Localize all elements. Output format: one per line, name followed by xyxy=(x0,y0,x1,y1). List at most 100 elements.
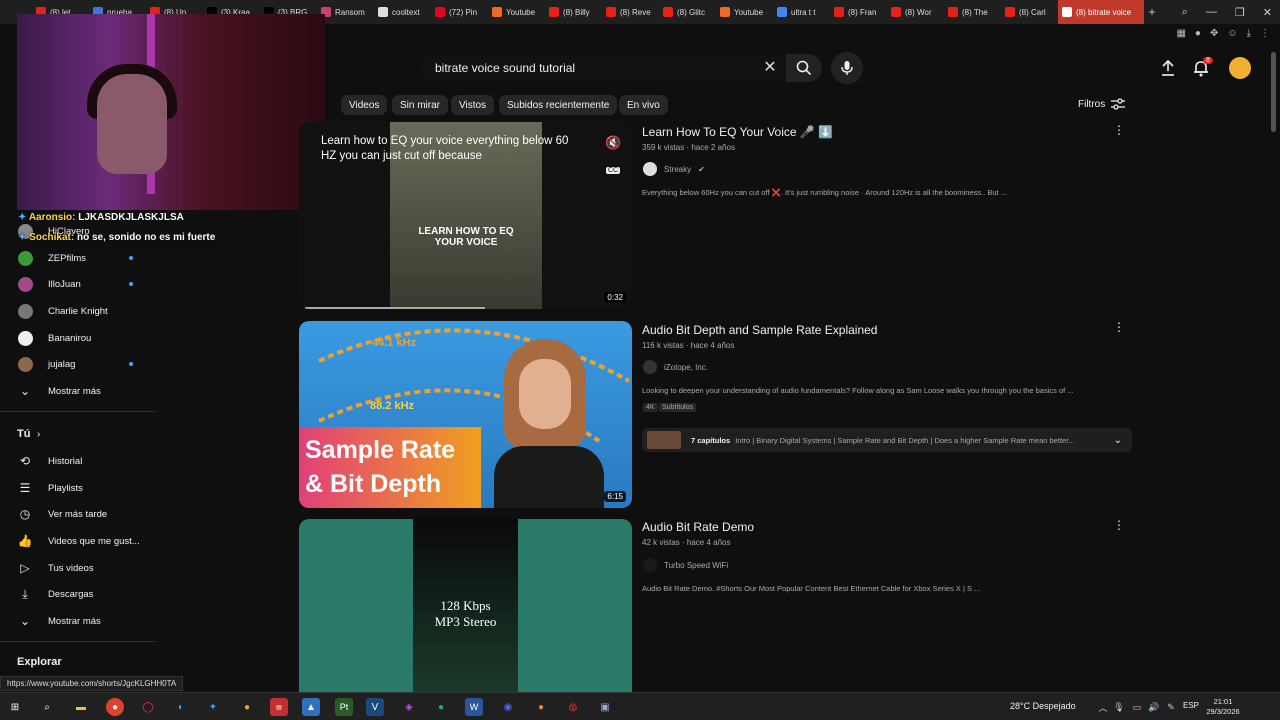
sidebar-subscription[interactable]: Charlie Knight xyxy=(0,298,155,324)
profile-icon[interactable]: ☺ xyxy=(1227,28,1237,39)
tab-favicon-icon xyxy=(435,7,445,17)
restore-icon[interactable]: ❐ xyxy=(1235,6,1245,19)
browser-tab[interactable]: (8) Wor xyxy=(887,0,944,24)
search-input[interactable]: bitrate voice sound tutorial xyxy=(423,54,785,82)
show-more-button[interactable]: ⌄ Mostrar más xyxy=(0,378,155,404)
weather-widget[interactable]: 28°C Despejado xyxy=(1010,701,1076,711)
edge-icon[interactable]: ◐ xyxy=(172,698,190,716)
sidebar-subscription[interactable]: Bananirou xyxy=(0,325,155,351)
opera-icon[interactable]: ◯ xyxy=(139,698,157,716)
volume-icon[interactable]: 🔊 xyxy=(1145,698,1163,716)
menu-icon[interactable]: ⋮ xyxy=(1260,28,1270,39)
video-title-2[interactable]: Audio Bit Depth and Sample Rate Explaine… xyxy=(642,323,877,337)
you-section-header[interactable]: Tú › xyxy=(0,421,155,447)
captions-icon[interactable]: CC xyxy=(606,167,621,174)
app-icon[interactable]: Pt xyxy=(335,698,353,716)
camera-icon[interactable]: ▭ xyxy=(1128,698,1146,716)
more-actions-icon[interactable]: ⋮ xyxy=(1113,123,1125,137)
voice-meeter-icon[interactable]: ▤ xyxy=(270,698,288,716)
chrome-icon[interactable]: ● xyxy=(106,698,124,716)
video-thumbnail-1[interactable]: Learn how to EQ your voice everything be… xyxy=(299,122,632,309)
video-title-3[interactable]: Audio Bit Rate Demo xyxy=(642,520,754,534)
video-thumbnail-3[interactable]: 128 Kbps MP3 Stereo xyxy=(299,519,632,692)
minimize-icon[interactable]: — xyxy=(1206,6,1217,18)
search-button[interactable] xyxy=(786,54,822,82)
sidebar-item[interactable]: ◷ Ver más tarde xyxy=(0,501,155,527)
browser-tab[interactable]: Youtube xyxy=(716,0,773,24)
channel-link-3[interactable]: Turbo Speed WiFi xyxy=(643,558,728,572)
upload-button[interactable] xyxy=(1158,58,1178,78)
account-avatar[interactable] xyxy=(1229,57,1251,79)
divider xyxy=(0,411,155,412)
file-explorer-icon[interactable]: ▬ xyxy=(72,698,90,716)
close-window-icon[interactable]: ✕ xyxy=(1263,6,1272,19)
browser-tab[interactable]: ultra t t xyxy=(773,0,830,24)
browser-tab[interactable]: (8) Billy xyxy=(545,0,602,24)
obs-icon[interactable]: ◍ xyxy=(564,698,582,716)
filter-chip[interactable]: Subidos recientemente xyxy=(499,95,618,115)
extension-icon[interactable]: ● xyxy=(1195,28,1201,39)
app-icon[interactable]: ● xyxy=(238,698,256,716)
filter-chip[interactable]: Vistos xyxy=(451,95,495,115)
photos-icon[interactable]: ▲ xyxy=(302,698,320,716)
sidebar-item[interactable]: ⤓ Descargas xyxy=(0,581,155,607)
browser-tab[interactable]: cooltext xyxy=(374,0,431,24)
browser-tab[interactable]: (8) The xyxy=(944,0,1001,24)
start-icon[interactable]: ⊞ xyxy=(6,698,24,716)
page-scrollbar[interactable] xyxy=(1271,52,1276,132)
app-icon[interactable]: V xyxy=(366,698,384,716)
microphone-icon[interactable]: 🎙 xyxy=(1110,698,1128,716)
translate-icon[interactable]: ▦ xyxy=(1176,28,1185,39)
app-icon[interactable]: ◈ xyxy=(400,698,418,716)
word-icon[interactable]: W xyxy=(465,698,483,716)
more-actions-icon[interactable]: ⋮ xyxy=(1113,518,1125,532)
app-icon[interactable]: ▣ xyxy=(596,698,614,716)
puzzle-icon[interactable]: ✥ xyxy=(1210,28,1218,39)
network-icon[interactable]: ✎ xyxy=(1162,698,1180,716)
browser-tab[interactable]: (8) Fran xyxy=(830,0,887,24)
extension-icons: ▦ ● ✥ ☺ ⤓ ⋮ xyxy=(1176,28,1270,39)
chevron-down-icon[interactable]: ⌄ xyxy=(1114,435,1122,446)
browser-tab[interactable]: (72) Pin xyxy=(431,0,488,24)
search-tabs-icon[interactable]: ⌕ xyxy=(1182,6,1188,19)
filter-chip[interactable]: En vivo xyxy=(619,95,668,115)
spotify-icon[interactable]: ● xyxy=(432,698,450,716)
new-tab-button[interactable]: + xyxy=(1144,5,1160,19)
thumbnail-text-2: MP3 Stereo xyxy=(434,614,497,629)
clear-search-icon[interactable]: ✕ xyxy=(760,57,780,79)
browser-tab[interactable]: Youtube xyxy=(488,0,545,24)
active-browser-tab[interactable]: (8) bitrate voice xyxy=(1058,0,1144,24)
sidebar-subscription[interactable]: IlloJuan xyxy=(0,271,155,297)
search-icon[interactable]: ⌕ xyxy=(38,698,56,716)
chapters-panel[interactable]: 7 capítulos Intro | Binary Digital Syste… xyxy=(642,428,1132,452)
notification-badge: 8 xyxy=(1203,57,1213,64)
channel-link-1[interactable]: Streaky ✔ xyxy=(643,162,705,176)
mute-icon[interactable]: 🔇 xyxy=(605,135,621,151)
browser-tab[interactable]: (8) Glitc xyxy=(659,0,716,24)
discord-icon[interactable]: ◉ xyxy=(499,698,517,716)
sidebar-subscription[interactable]: ZEPfilms xyxy=(0,245,155,271)
sidebar-item[interactable]: ▷ Tus videos xyxy=(0,555,155,581)
sidebar-item[interactable]: ⟲ Historial xyxy=(0,448,155,474)
show-more-button[interactable]: ⌄ Mostrar más xyxy=(0,608,155,634)
clock[interactable]: 21:01 29/3/2026 xyxy=(1198,697,1248,717)
voice-search-button[interactable] xyxy=(831,52,863,84)
browser-tab[interactable]: (8) Carl xyxy=(1001,0,1058,24)
more-actions-icon[interactable]: ⋮ xyxy=(1113,320,1125,334)
browser-tab[interactable]: (8) Reve xyxy=(602,0,659,24)
sidebar-item[interactable]: 👍 Videos que me gust... xyxy=(0,528,155,554)
app-icon[interactable]: ✦ xyxy=(204,698,222,716)
sidebar-item[interactable]: ☰ Playlists xyxy=(0,475,155,501)
video-title-1[interactable]: Learn How To EQ Your Voice 🎤 ⬇️ xyxy=(642,125,833,139)
channel-link-2[interactable]: iZotope, Inc. xyxy=(643,360,708,374)
app-icon[interactable]: ● xyxy=(532,698,550,716)
sidebar-subscription[interactable]: jujalag xyxy=(0,351,155,377)
browser-tab[interactable]: Ransom xyxy=(317,0,374,24)
filter-chip[interactable]: Videos xyxy=(341,95,388,115)
video-thumbnail-2[interactable]: 44.1 kHz 88.2 kHz Sample Rate & Bit Dept… xyxy=(299,321,632,508)
tab-favicon-icon xyxy=(1005,7,1015,17)
download-icon[interactable]: ⤓ xyxy=(1247,28,1251,39)
filters-button[interactable]: Filtros xyxy=(1078,98,1126,110)
language-indicator[interactable]: ESP xyxy=(1183,701,1199,710)
filter-chip[interactable]: Sin mirar xyxy=(392,95,449,115)
